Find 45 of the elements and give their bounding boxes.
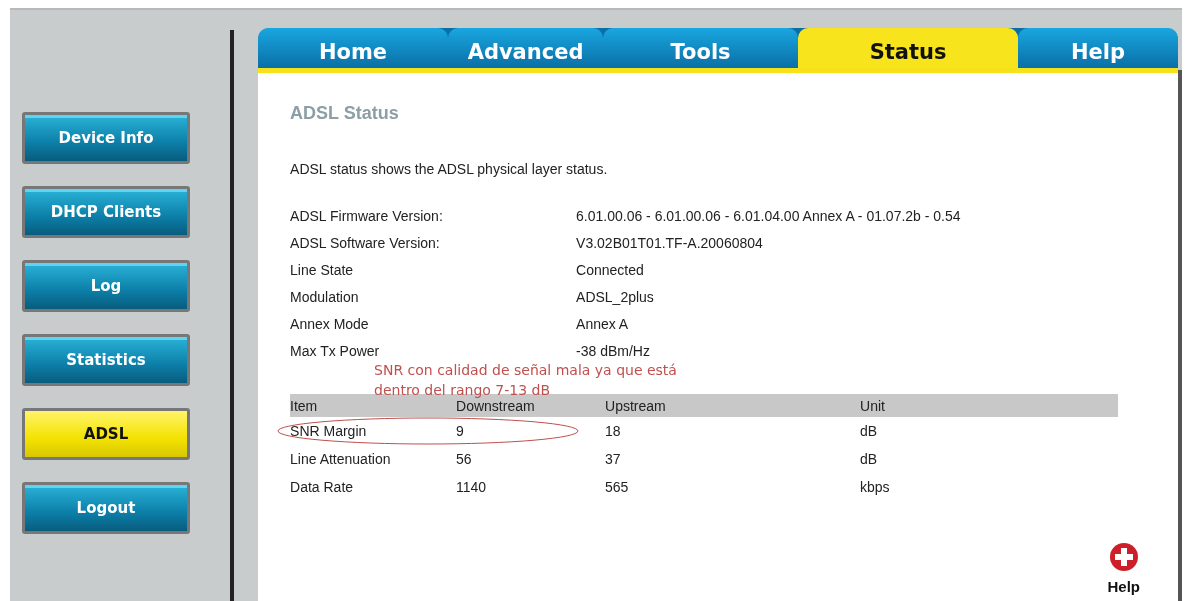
info-label: ADSL Firmware Version: <box>290 207 444 224</box>
info-value: ADSL_2plus <box>576 288 654 305</box>
column-header: Unit <box>860 397 885 414</box>
info-label: Annex Mode <box>290 315 370 332</box>
sidebar-button[interactable]: Device Info <box>22 112 190 164</box>
table-cell-text: 1140 <box>456 479 488 495</box>
help-link[interactable]: Help <box>1107 578 1141 595</box>
info-value: V3.02B01T01.TF-A.20060804 <box>576 234 763 251</box>
table-cell-text: 18 <box>605 423 622 439</box>
nav-tab[interactable]: Tools <box>603 28 799 68</box>
nav-tab[interactable]: Advanced <box>448 28 604 68</box>
sidebar-button[interactable]: ADSL <box>22 408 190 460</box>
table-cell-text: 37 <box>605 451 622 467</box>
table-cell-text: SNR Margin <box>290 423 368 439</box>
sidebar-button[interactable]: Statistics <box>22 334 190 386</box>
info-value: Annex A <box>576 315 629 332</box>
info-value: -38 dBm/Hz <box>576 342 650 359</box>
description-text: ADSL status shows the ADSL physical layer status. <box>290 161 609 177</box>
nav-tab[interactable]: Home <box>258 28 449 68</box>
sidebar-button[interactable]: DHCP Clients <box>22 186 190 238</box>
nav-tab[interactable]: Help <box>1018 28 1179 68</box>
table-cell-text: 565 <box>605 479 630 495</box>
info-value: Connected <box>576 261 644 278</box>
sidebar-button[interactable]: Log <box>22 260 190 312</box>
sidebar-button[interactable]: Logout <box>22 482 190 534</box>
annotation-text: dentro del rango 7-13 dB <box>374 381 552 400</box>
table-cell-text: 9 <box>456 423 465 439</box>
page-title: ADSL Status <box>290 103 400 124</box>
column-header: Downstream <box>456 397 536 414</box>
column-header: Item <box>290 397 319 414</box>
nav-tab[interactable]: Status <box>798 28 1019 68</box>
annotation-text: SNR con calidad de señal mala ya que está <box>374 361 678 380</box>
table-cell: kbps <box>860 479 890 495</box>
info-label: Max Tx Power <box>290 342 381 359</box>
column-header: Upstream <box>605 397 667 414</box>
info-label: Modulation <box>290 288 360 305</box>
table-cell: dB <box>860 451 878 467</box>
table-cell-text: 56 <box>456 451 473 467</box>
plus-icon[interactable] <box>1108 542 1139 572</box>
table-cell: dB <box>860 423 878 439</box>
info-label: ADSL Software Version: <box>290 234 441 251</box>
table-cell-text: Data Rate <box>290 479 355 495</box>
table-cell-text: Line Attenuation <box>290 451 392 467</box>
info-label: Line State <box>290 261 355 278</box>
info-value: 6.01.00.06 - 6.01.00.06 - 6.01.04.00 Annex A - 01.07.2b - 0.54 <box>576 207 961 224</box>
